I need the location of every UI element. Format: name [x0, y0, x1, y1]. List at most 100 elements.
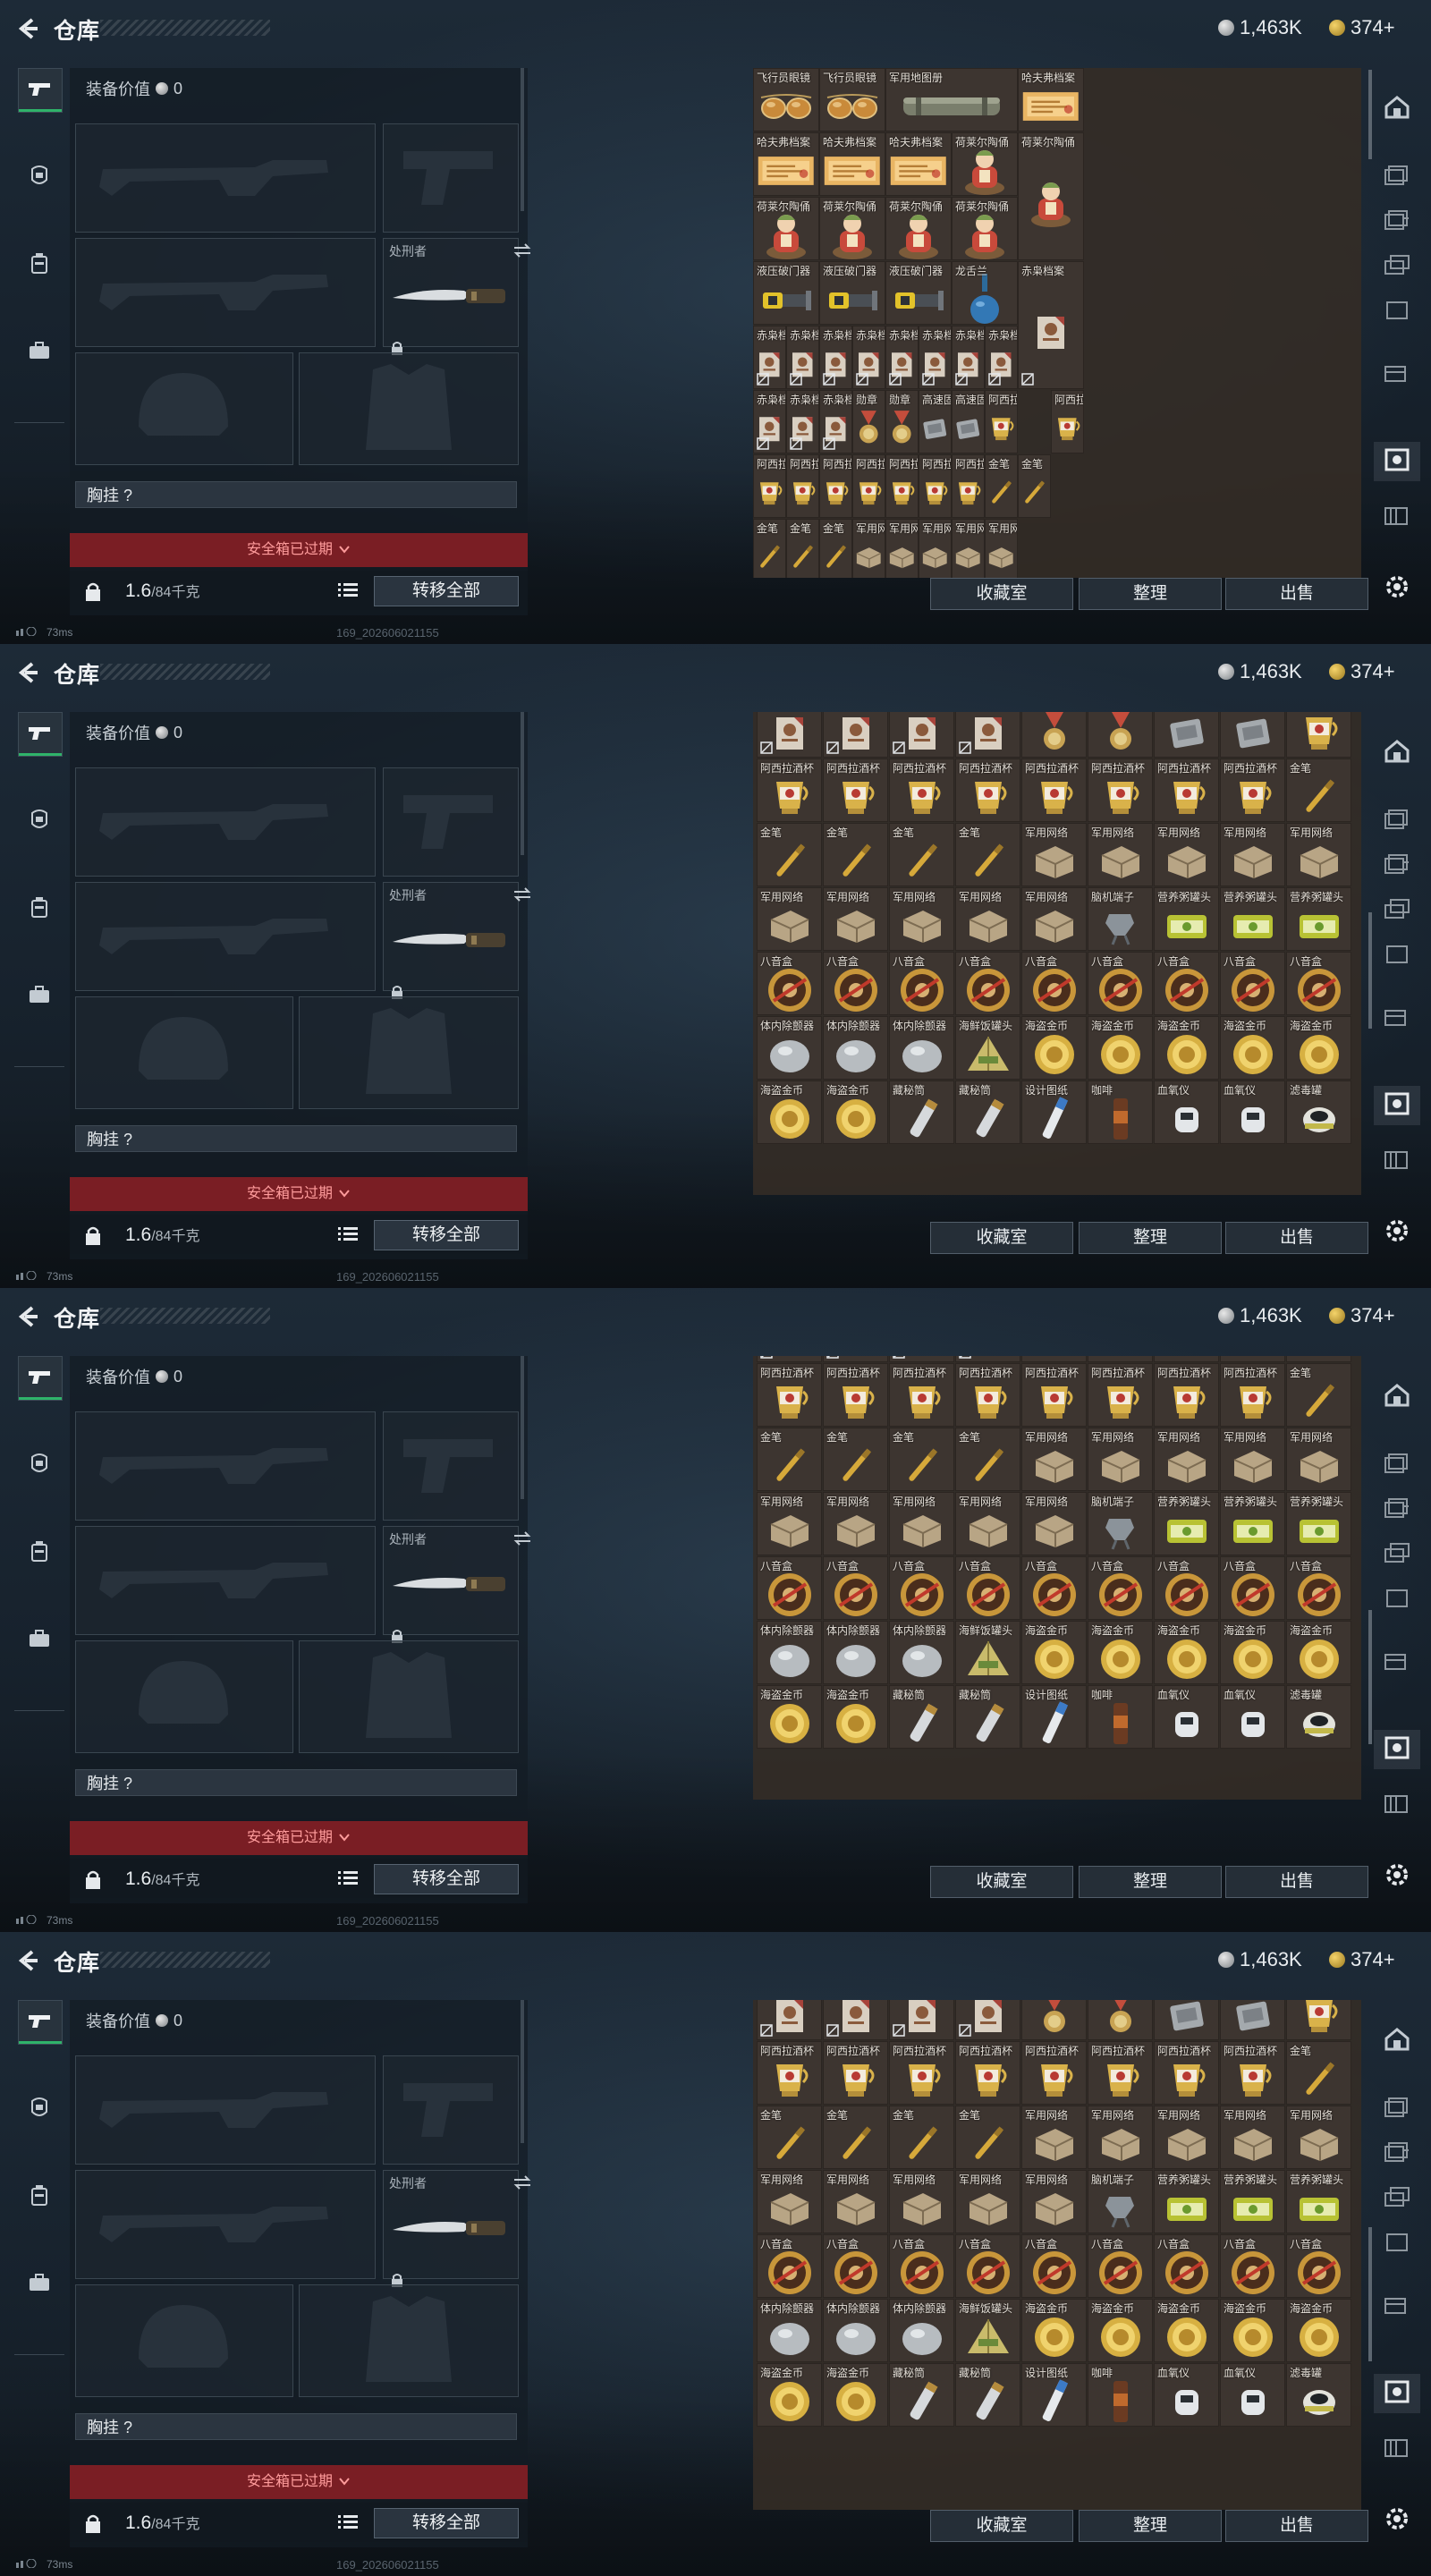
- inventory-item[interactable]: 阿西拉酒杯: [1286, 712, 1351, 758]
- inventory-item[interactable]: 八音盒: [889, 2234, 954, 2298]
- inventory-item[interactable]: 金笔: [955, 2106, 1020, 2169]
- inventory-item[interactable]: 赤枭档案: [955, 2000, 1020, 2040]
- inventory-item[interactable]: 军用网络: [1220, 823, 1285, 886]
- filter-panel-button[interactable]: [1374, 2374, 1420, 2413]
- inventory-item[interactable]: 金笔: [985, 454, 1018, 518]
- inventory-item[interactable]: 海盗金币: [1021, 2299, 1087, 2362]
- silver-currency[interactable]: 1,463K: [1218, 660, 1302, 683]
- collection-room-button[interactable]: 收藏室: [930, 1866, 1073, 1898]
- inventory-item[interactable]: 八音盒: [955, 1556, 1020, 1620]
- inventory-item[interactable]: 高速固态: [1220, 712, 1285, 758]
- container-button[interactable]: [1374, 1490, 1420, 1530]
- inventory-item[interactable]: 阿西拉酒杯: [1154, 2041, 1219, 2105]
- storage-button[interactable]: [1374, 157, 1420, 197]
- inventory-item[interactable]: 勋章: [852, 390, 885, 453]
- back-arrow-icon[interactable]: [16, 1948, 41, 1973]
- inventory-item[interactable]: 高速固态: [1154, 2000, 1219, 2040]
- inventory-item[interactable]: 营养粥罐头: [1286, 1492, 1351, 1555]
- inventory-item[interactable]: 金笔: [823, 823, 888, 886]
- transfer-all-button[interactable]: 转移全部: [374, 1220, 519, 1250]
- inventory-item[interactable]: 海盗金币: [1286, 2299, 1351, 2362]
- collection-room-button[interactable]: 收藏室: [930, 578, 1073, 610]
- primary-weapon-slot[interactable]: [75, 123, 376, 233]
- container-stack-button[interactable]: [1374, 891, 1420, 930]
- list-icon[interactable]: [338, 1869, 358, 1890]
- back-arrow-icon[interactable]: [16, 1304, 41, 1329]
- inventory-item[interactable]: 海盗金币: [1154, 1621, 1219, 1684]
- sell-button[interactable]: 出售: [1225, 1222, 1368, 1254]
- inventory-item[interactable]: 金笔: [819, 519, 852, 578]
- inventory-item[interactable]: 海盗金币: [1220, 1621, 1285, 1684]
- inventory-item[interactable]: 金笔: [1286, 758, 1351, 822]
- nav-tab-case[interactable]: [18, 331, 61, 374]
- inventory-item[interactable]: 金笔: [823, 2106, 888, 2169]
- inventory-item[interactable]: 八音盒: [1088, 1556, 1153, 1620]
- container-stack-button[interactable]: [1374, 1535, 1420, 1574]
- equipment-scrollbar[interactable]: [521, 1356, 524, 1499]
- inventory-item[interactable]: 海盗金币: [757, 2363, 822, 2427]
- inventory-item[interactable]: 荷莱尔陶俑: [1018, 132, 1084, 260]
- inventory-item[interactable]: 军用网络: [757, 1492, 822, 1555]
- inventory-item[interactable]: 军用网络: [889, 2170, 954, 2233]
- inventory-item[interactable]: 赤枭档案: [757, 1356, 822, 1362]
- inventory-item[interactable]: 高速固态: [1220, 2000, 1285, 2040]
- inventory-item[interactable]: 血氧仪: [1220, 1080, 1285, 1144]
- inventory-item[interactable]: 金笔: [955, 1428, 1020, 1491]
- nav-tab-backpack[interactable]: [18, 2175, 61, 2218]
- container-stack-button[interactable]: [1374, 2179, 1420, 2218]
- inventory-item[interactable]: 哈夫弗档案: [819, 132, 885, 196]
- sell-button[interactable]: 出售: [1225, 578, 1368, 610]
- inventory-item[interactable]: 藏秘筒: [889, 1685, 954, 1749]
- inventory-item[interactable]: 军用网络: [852, 519, 885, 578]
- inventory-item[interactable]: 八音盒: [757, 952, 822, 1015]
- inventory-item[interactable]: 设计图纸: [1021, 1685, 1087, 1749]
- crate-button[interactable]: [1374, 998, 1420, 1038]
- inventory-item[interactable]: 藏秘筒: [955, 1685, 1020, 1749]
- inventory-item[interactable]: 赤枭档案: [952, 326, 985, 389]
- collection-room-button[interactable]: 收藏室: [930, 2510, 1073, 2542]
- inventory-item[interactable]: 体内除颤器: [757, 1621, 822, 1684]
- inventory-item[interactable]: 军用网络: [1220, 1428, 1285, 1491]
- grid-stack-button[interactable]: [1374, 1141, 1420, 1181]
- nav-tab-backpack[interactable]: [18, 887, 61, 930]
- inventory-item[interactable]: 阿西拉酒杯: [955, 1363, 1020, 1427]
- inventory-item[interactable]: 藏秘筒: [955, 2363, 1020, 2427]
- inventory-item[interactable]: 阿西拉酒杯: [1088, 2041, 1153, 2105]
- inventory-item[interactable]: 八音盒: [823, 2234, 888, 2298]
- melee-slot[interactable]: 处刑者: [383, 238, 531, 355]
- inventory-item[interactable]: 赤枭档案: [852, 326, 885, 389]
- inventory-item[interactable]: 八音盒: [1088, 952, 1153, 1015]
- inventory-grid[interactable]: 飞行员眼镜 飞行员眼镜 军用地图册 哈夫弗档案 哈夫弗档案 哈夫弗档案 哈夫弗档案 荷莱尔陶俑…: [753, 68, 1361, 578]
- inventory-item[interactable]: 血氧仪: [1220, 1685, 1285, 1749]
- inventory-item[interactable]: 阿西拉酒杯: [885, 454, 919, 518]
- inventory-item[interactable]: 金笔: [889, 823, 954, 886]
- container-box-button[interactable]: [1374, 936, 1420, 975]
- transfer-all-button[interactable]: 转移全部: [374, 576, 519, 606]
- inventory-item[interactable]: 勋章: [1088, 2000, 1153, 2040]
- inventory-item[interactable]: 金笔: [1286, 2041, 1351, 2105]
- equipment-scrollbar[interactable]: [521, 68, 524, 211]
- inventory-item[interactable]: 体内除颤器: [823, 1016, 888, 1080]
- inventory-item[interactable]: 哈夫弗档案: [885, 132, 952, 196]
- equipment-scrollbar[interactable]: [521, 2000, 524, 2143]
- inventory-item[interactable]: 军用网络: [955, 887, 1020, 951]
- sell-button[interactable]: 出售: [1225, 1866, 1368, 1898]
- inventory-item[interactable]: 阿西拉酒杯: [1051, 390, 1084, 453]
- inventory-item[interactable]: 军用网络: [1021, 1492, 1087, 1555]
- settings-gear-button[interactable]: [1374, 1857, 1420, 1896]
- inventory-item[interactable]: 赤枭档案: [786, 390, 819, 453]
- nav-tab-helmet[interactable]: [18, 156, 61, 199]
- inventory-item[interactable]: 阿西拉酒杯: [955, 758, 1020, 822]
- inventory-item[interactable]: 军用网络: [757, 2170, 822, 2233]
- inventory-item[interactable]: 八音盒: [1286, 952, 1351, 1015]
- inventory-item[interactable]: 金笔: [889, 1428, 954, 1491]
- helmet-slot[interactable]: [75, 996, 293, 1109]
- inventory-item[interactable]: 军用网络: [1021, 887, 1087, 951]
- nav-tab-gun[interactable]: [18, 712, 63, 757]
- inventory-item[interactable]: 军用网络: [1088, 823, 1153, 886]
- inventory-item[interactable]: 军用网络: [823, 887, 888, 951]
- inventory-item[interactable]: 军用网络: [1286, 2106, 1351, 2169]
- inventory-item[interactable]: 军用网络: [1220, 2106, 1285, 2169]
- inventory-item[interactable]: 脑机端子: [1088, 2170, 1153, 2233]
- inventory-item[interactable]: 血氧仪: [1220, 2363, 1285, 2427]
